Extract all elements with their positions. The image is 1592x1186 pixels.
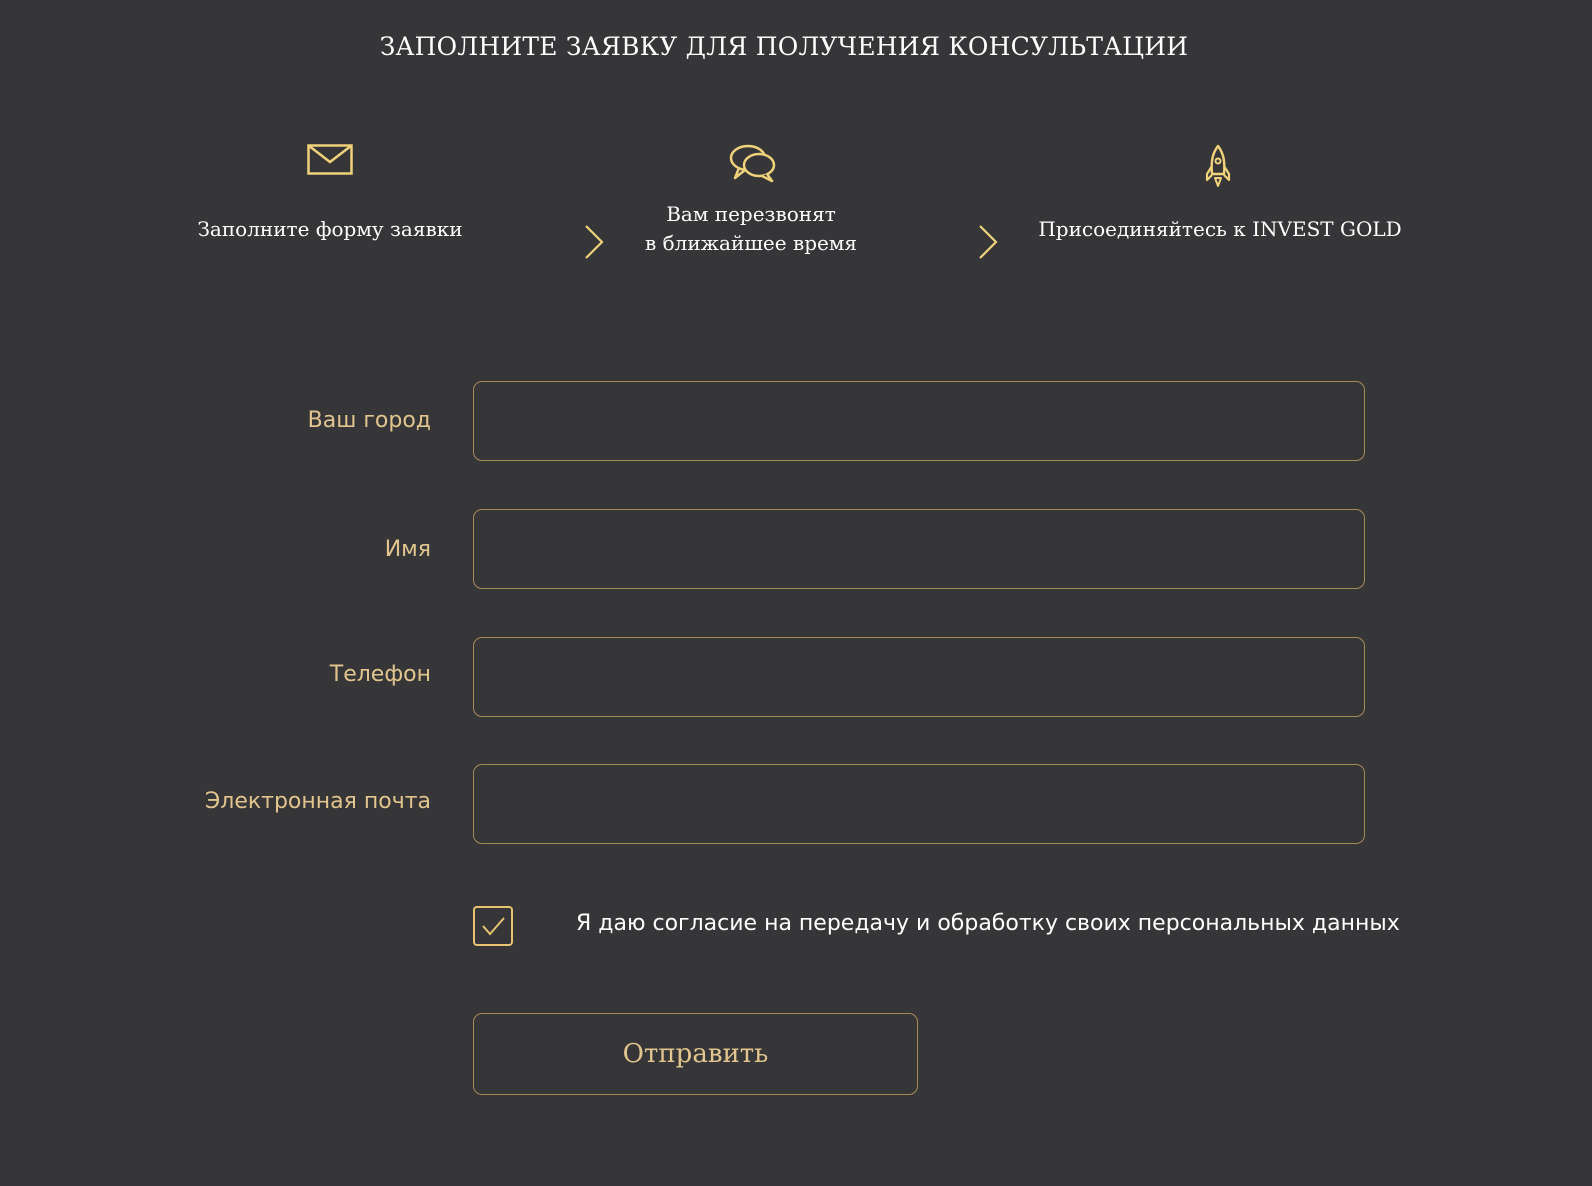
step-callback-text: Вам перезвонят в ближайшее время bbox=[620, 200, 882, 258]
step-callback-line2: в ближайшее время bbox=[644, 231, 858, 255]
consent-checkbox[interactable] bbox=[473, 906, 513, 946]
envelope-icon bbox=[307, 144, 353, 175]
email-label: Электронная почта bbox=[204, 789, 431, 814]
name-label: Имя bbox=[384, 537, 431, 562]
rocket-icon bbox=[1205, 144, 1231, 187]
city-label: Ваш город bbox=[307, 408, 431, 433]
consent-label: Я даю согласие на передачу и обработку с… bbox=[576, 911, 1400, 936]
phone-label: Телефон bbox=[329, 662, 431, 687]
name-input[interactable] bbox=[473, 509, 1365, 589]
phone-input[interactable] bbox=[473, 637, 1365, 717]
email-input[interactable] bbox=[473, 764, 1365, 844]
step-join-text: Присоединяйтесь к INVEST GOLD bbox=[1038, 217, 1402, 241]
chat-bubbles-icon bbox=[729, 144, 776, 183]
step-callback-line1: Вам перезвонят bbox=[666, 202, 836, 226]
arrow-right-icon bbox=[506, 225, 604, 259]
submit-button[interactable]: Отправить bbox=[473, 1013, 918, 1095]
checkmark-icon bbox=[482, 917, 505, 936]
step-fill-form-text: Заполните форму заявки bbox=[197, 217, 463, 241]
city-input[interactable] bbox=[473, 381, 1365, 461]
consultation-form-page: ЗАПОЛНИТЕ ЗАЯВКУ ДЛЯ ПОЛУЧЕНИЯ КОНСУЛЬТА… bbox=[0, 0, 1592, 1186]
arrow-right-icon bbox=[900, 225, 998, 259]
page-title: ЗАПОЛНИТЕ ЗАЯВКУ ДЛЯ ПОЛУЧЕНИЯ КОНСУЛЬТА… bbox=[379, 32, 1189, 61]
